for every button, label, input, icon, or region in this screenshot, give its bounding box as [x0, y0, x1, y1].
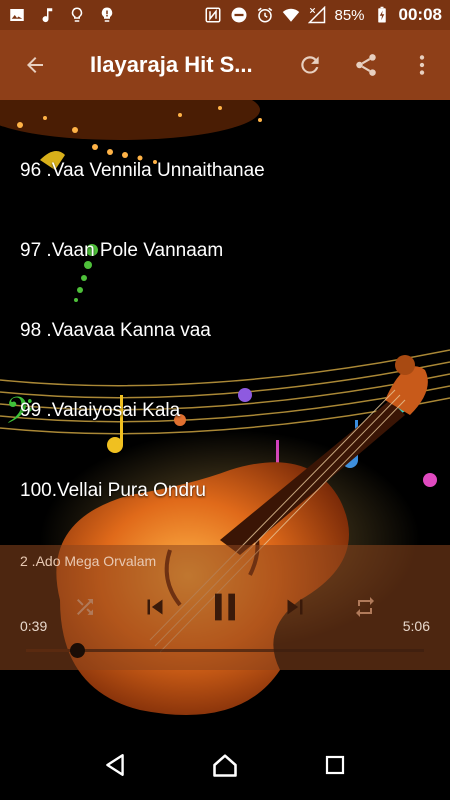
shuffle-icon [77, 599, 93, 615]
mini-player: 2 .Ado Mega Orvalam 0:39 5:06 [0, 545, 450, 670]
page-title: Ilayaraja Hit S... [90, 52, 253, 77]
list-item[interactable]: 100.Vellai Pura Ondru [20, 480, 206, 502]
share-button[interactable] [338, 30, 394, 100]
system-navigation-bar [0, 730, 450, 800]
list-item[interactable]: 97 .Vaan Pole Vannaam [20, 240, 223, 262]
battery-charging-icon [373, 6, 391, 24]
next-button[interactable] [273, 585, 317, 629]
lightbulb-icon [68, 6, 86, 24]
share-icon [356, 54, 376, 76]
pause-icon [215, 593, 235, 621]
home-icon [213, 754, 237, 777]
more-vert-icon [419, 55, 425, 75]
shuffle-button[interactable] [63, 585, 107, 629]
nav-home-button[interactable] [200, 740, 250, 790]
signal-icon [308, 6, 326, 24]
app-bar: Ilayaraja Hit S... [0, 30, 450, 100]
seek-bar-thumb[interactable] [69, 643, 85, 658]
nav-recents-button[interactable] [310, 740, 360, 790]
nfc-icon [204, 6, 222, 24]
total-duration: 5:06 [402, 618, 430, 634]
square-recents-icon [325, 755, 345, 775]
status-bar: 85% 00:08 [0, 0, 450, 30]
image-icon [8, 6, 26, 24]
repeat-icon [356, 597, 374, 617]
overflow-menu-button[interactable] [394, 30, 450, 100]
skip-previous-icon [147, 599, 163, 615]
nav-back-button[interactable] [90, 740, 140, 790]
repeat-button[interactable] [343, 585, 387, 629]
skip-next-icon [287, 599, 303, 615]
seek-bar[interactable] [26, 643, 424, 658]
seek-bar-progress [26, 649, 77, 652]
list-item[interactable]: 96 .Vaa Vennila Unnaithanae [20, 160, 265, 182]
previous-button[interactable] [133, 585, 177, 629]
elapsed-time: 0:39 [20, 618, 48, 634]
refresh-button[interactable] [282, 30, 338, 100]
back-button[interactable] [0, 30, 70, 100]
wifi-icon [282, 6, 300, 24]
music-note-icon [38, 6, 56, 24]
status-time: 00:08 [398, 5, 442, 24]
arrow-back-icon [27, 57, 43, 73]
list-item[interactable]: 99 .Valaiyosai Kala [20, 400, 180, 422]
song-list: 96 .Vaa Vennila Unnaithanae 97 .Vaan Pol… [0, 100, 450, 545]
pause-button[interactable] [203, 585, 247, 629]
do-not-disturb-icon [230, 6, 248, 24]
triangle-back-icon [106, 754, 124, 776]
lightbulb-alert-icon [98, 6, 116, 24]
list-item[interactable]: 98 .Vaavaa Kanna vaa [20, 320, 211, 342]
refresh-icon [301, 56, 319, 74]
battery-percent: 85% [334, 6, 365, 24]
alarm-icon [256, 6, 274, 24]
now-playing-title: 2 .Ado Mega Orvalam [20, 553, 157, 569]
